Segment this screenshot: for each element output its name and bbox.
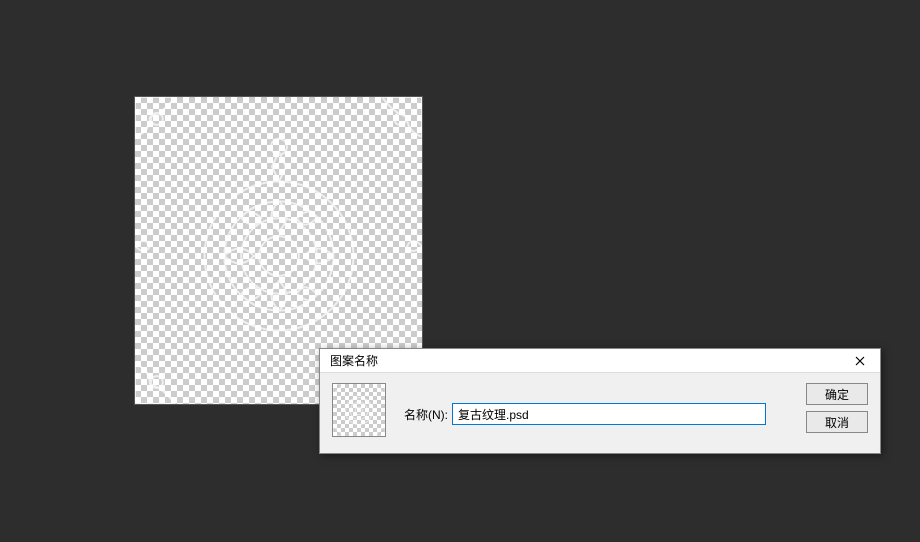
name-row: 名称(N):: [404, 403, 766, 425]
cancel-button[interactable]: 取消: [806, 411, 868, 433]
pattern-name-dialog: 图案名称 名称(N):: [319, 348, 881, 454]
name-label: 名称(N):: [404, 406, 448, 423]
close-icon: [855, 356, 865, 366]
dialog-body: 名称(N): 确定 取消: [320, 373, 880, 455]
pattern-thumbnail: [332, 383, 386, 437]
dialog-title: 图案名称: [330, 352, 378, 369]
pattern-name-input[interactable]: [452, 403, 766, 425]
close-button[interactable]: [840, 349, 880, 373]
dialog-buttons: 确定 取消: [806, 383, 868, 433]
ok-button[interactable]: 确定: [806, 383, 868, 405]
dialog-titlebar[interactable]: 图案名称: [320, 349, 880, 373]
